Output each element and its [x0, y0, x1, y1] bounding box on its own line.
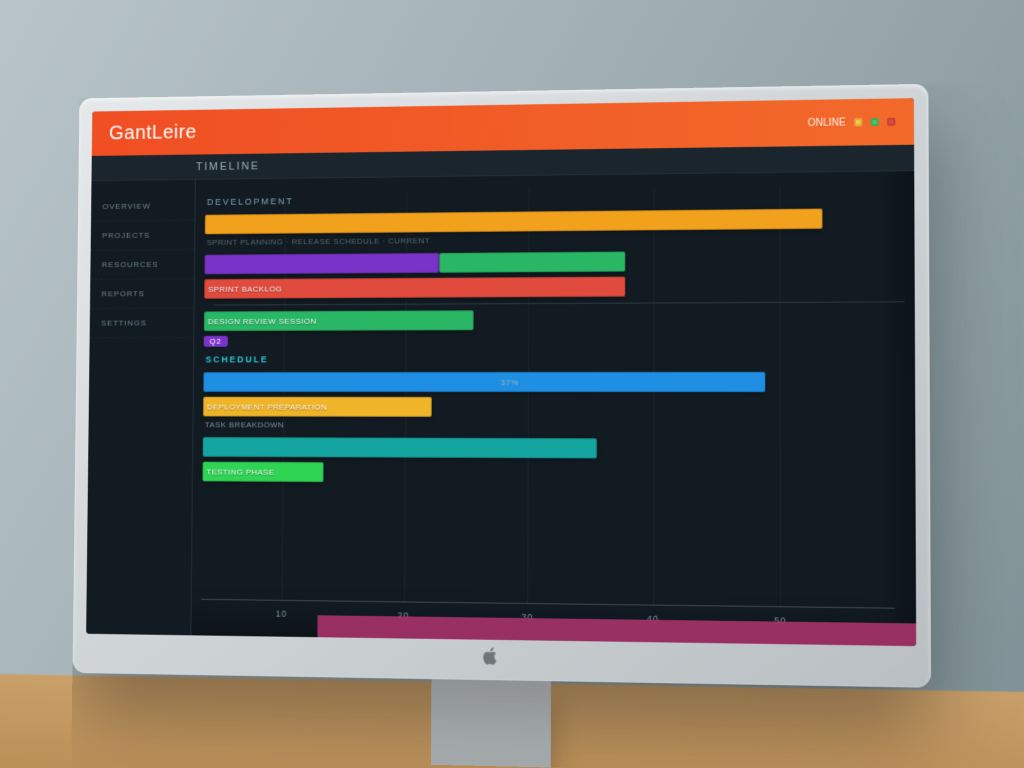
bar-label: DEPLOYMENT PREPARATION	[207, 402, 327, 411]
row-caption: TASK BREAKDOWN	[205, 420, 895, 431]
sidebar-item-projects[interactable]: PROJECTS	[91, 221, 195, 251]
gantt-bar[interactable]: DEPLOYMENT PREPARATION	[203, 397, 432, 417]
app-screen: GantLeire ONLINE TIMELINE OVERVIEW PROJE…	[86, 98, 916, 646]
status-dot-icon	[871, 118, 879, 126]
chart-rows: DEVELOPMENT SPRINT PLANNING · RELEASE SC…	[202, 190, 894, 488]
sidebar: OVERVIEW PROJECTS RESOURCES REPORTS SETT…	[86, 180, 196, 636]
axis-tick: 30	[521, 612, 533, 622]
status-text: ONLINE	[808, 117, 846, 129]
gantt-row[interactable]	[203, 435, 895, 462]
gantt-bar[interactable]	[203, 372, 765, 392]
footer-strip	[191, 614, 916, 647]
gantt-row[interactable]: SPRINT BACKLOG	[204, 273, 894, 301]
subheader-title: TIMELINE	[196, 160, 260, 173]
gantt-chart: 10 20 30 40 50 DEVELOPMENT SPRINT PLANNI…	[191, 171, 916, 646]
axis-tick: 40	[647, 614, 659, 624]
apple-logo-icon	[483, 647, 499, 670]
x-axis-line	[201, 599, 895, 609]
topbar-status: ONLINE	[808, 116, 896, 128]
gantt-bar[interactable]: TESTING PHASE	[202, 462, 323, 482]
gantt-bar[interactable]: SPRINT BACKLOG	[204, 277, 625, 299]
bar-value: 37%	[501, 378, 520, 387]
gridline	[780, 187, 782, 607]
sidebar-item-resources[interactable]: RESOURCES	[90, 250, 194, 280]
section-label: DEVELOPMENT	[207, 190, 894, 207]
gantt-row[interactable]: DESIGN REVIEW SESSION	[204, 306, 894, 333]
phase-tag[interactable]: Q2	[204, 336, 228, 347]
bar-label: SPRINT BACKLOG	[208, 284, 282, 293]
status-dot-icon	[854, 118, 862, 126]
monitor-frame: GantLeire ONLINE TIMELINE OVERVIEW PROJE…	[72, 84, 931, 688]
topbar: GantLeire ONLINE	[92, 98, 914, 156]
gantt-bar[interactable]	[205, 209, 822, 235]
sidebar-item-settings[interactable]: SETTINGS	[90, 309, 194, 339]
bar-label: TESTING PHASE	[206, 467, 274, 476]
gantt-bar[interactable]: DESIGN REVIEW SESSION	[204, 310, 474, 331]
gantt-bar[interactable]	[204, 253, 439, 274]
section-label: SCHEDULE	[206, 353, 895, 364]
gantt-row[interactable]: DEPLOYMENT PREPARATION	[203, 395, 894, 420]
gantt-row[interactable]: TESTING PHASE	[202, 460, 894, 488]
bar-label: DESIGN REVIEW SESSION	[208, 316, 317, 325]
monitor-bezel: GantLeire ONLINE TIMELINE OVERVIEW PROJE…	[72, 84, 931, 688]
status-dot-icon	[887, 118, 895, 126]
sidebar-item-overview[interactable]: OVERVIEW	[91, 192, 195, 222]
sidebar-item-reports[interactable]: REPORTS	[90, 279, 194, 309]
axis-tick: 50	[774, 615, 786, 625]
gantt-row[interactable]: 37%	[203, 370, 894, 395]
gantt-bar[interactable]	[439, 252, 625, 273]
gantt-bar[interactable]	[203, 437, 598, 458]
app-body: OVERVIEW PROJECTS RESOURCES REPORTS SETT…	[86, 171, 916, 646]
gantt-row[interactable]	[204, 247, 893, 276]
app-brand: GantLeire	[109, 121, 197, 145]
gantt-row[interactable]	[205, 206, 894, 236]
gridline	[653, 188, 654, 605]
divider-line	[214, 301, 905, 305]
